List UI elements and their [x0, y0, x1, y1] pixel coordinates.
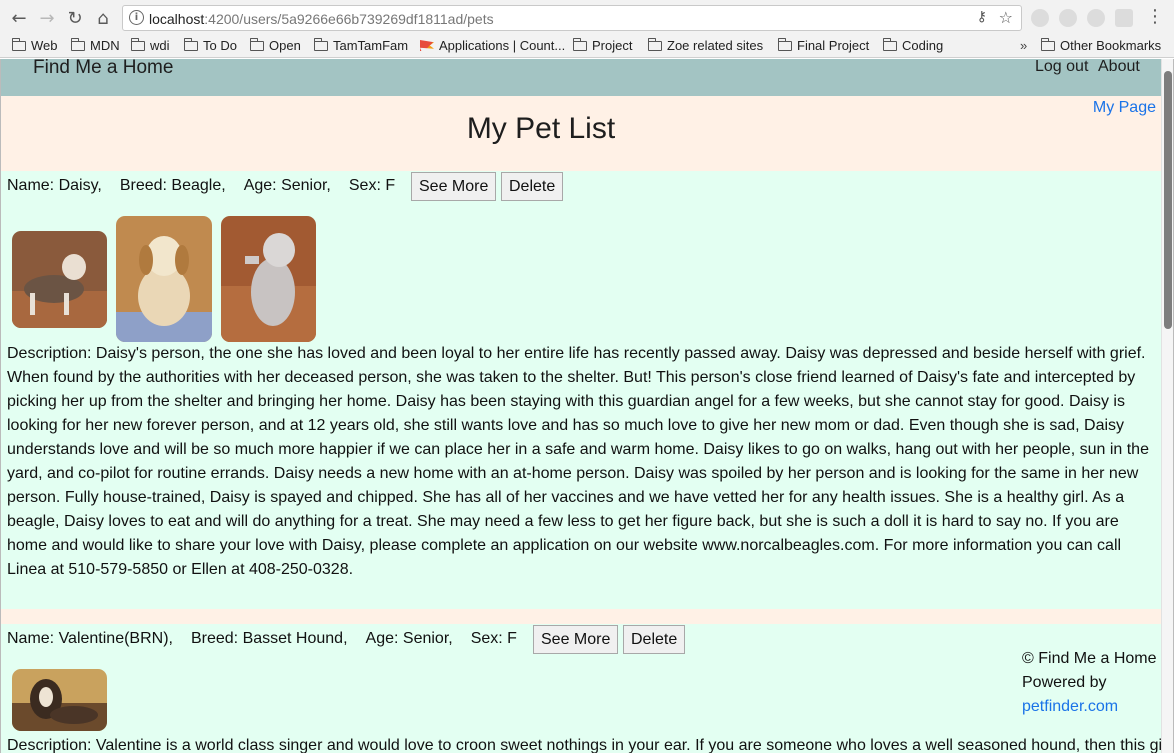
bookmark-item[interactable]: Zoe related sites: [648, 37, 764, 53]
extension-puzzle-icon[interactable]: [1087, 9, 1105, 27]
bookmark-label: Open: [269, 38, 301, 53]
folder-icon: [314, 37, 328, 51]
url-host: localhost: [149, 11, 205, 27]
app-navbar: Find Me a Home Log out About: [1, 59, 1161, 96]
footer-powered-by: Powered by: [1022, 674, 1107, 691]
forward-arrow-icon[interactable]: →: [36, 8, 58, 29]
page-header: My Page My Pet List: [1, 96, 1161, 171]
menu-dots-icon[interactable]: ⋮: [1146, 6, 1164, 27]
folder-icon: [184, 37, 198, 51]
pet-age: Age: Senior,: [243, 177, 331, 194]
home-icon[interactable]: ⌂: [92, 8, 114, 29]
pet-card: Name: Daisy, Breed: Beagle, Age: Senior, Se…: [1, 171, 1161, 609]
scrollbar-thumb[interactable]: [1164, 71, 1172, 329]
bookmark-item[interactable]: Coding: [883, 37, 944, 53]
pet-description: Description: Daisy's person, the one she…: [7, 345, 1149, 578]
bookmark-label: Coding: [902, 38, 944, 53]
bookmark-label: Project: [592, 38, 633, 53]
bookmark-item[interactable]: MDN: [71, 37, 120, 53]
pet-breed: Breed: Basset Hound,: [190, 630, 348, 647]
bookmark-label: Final Project: [797, 38, 870, 53]
pet-photo[interactable]: [116, 216, 212, 342]
flag-icon: [420, 40, 434, 51]
pet-sex: Sex: F: [470, 630, 517, 647]
address-url[interactable]: localhost:4200/users/5a9266e66b739269df1…: [149, 11, 494, 27]
folder-icon: [131, 37, 145, 51]
pet-info-line: Name: Valentine(BRN), Breed: Basset Hound…: [7, 630, 517, 648]
bookmark-label: MDN: [90, 38, 120, 53]
bookmark-item[interactable]: Open: [250, 37, 301, 53]
folder-icon: [778, 37, 792, 51]
see-more-button[interactable]: See More: [411, 172, 497, 201]
bookmark-label: Zoe related sites: [667, 38, 764, 53]
bookmark-label: Other Bookmarks: [1060, 38, 1162, 53]
my-page-link[interactable]: My Page: [1093, 99, 1156, 117]
back-arrow-icon[interactable]: ←: [8, 8, 30, 29]
pet-photo[interactable]: [12, 231, 107, 328]
bookmark-item[interactable]: wdi: [131, 37, 170, 53]
pet-sex: Sex: F: [348, 177, 396, 194]
bookmark-item[interactable]: Web: [12, 37, 58, 53]
extension-icon[interactable]: [1059, 9, 1077, 27]
pet-info-line: Name: Daisy, Breed: Beagle, Age: Senior, Se…: [7, 177, 395, 195]
browser-toolbar: ← → ↻ ⌂ i localhost:4200/users/5a9266e66…: [0, 0, 1174, 36]
bookmark-item[interactable]: Final Project: [778, 37, 870, 53]
petfinder-link[interactable]: petfinder.com: [1022, 698, 1118, 715]
bookmarks-bar: Web MDN wdi To Do Open TamTamFam Applica…: [0, 36, 1174, 58]
pet-breed: Breed: Beagle,: [119, 177, 226, 194]
pet-name: Name: Valentine(BRN),: [7, 630, 173, 647]
reload-icon[interactable]: ↻: [64, 8, 86, 29]
bookmark-item[interactable]: TamTamFam: [314, 37, 409, 53]
pet-photo[interactable]: [12, 669, 107, 731]
bookmark-item[interactable]: Applications | Count...: [420, 38, 565, 53]
info-icon[interactable]: i: [129, 10, 144, 25]
bookmark-label: wdi: [150, 38, 170, 53]
other-bookmarks[interactable]: Other Bookmarks: [1041, 37, 1162, 53]
site-footer: © Find Me a Home Powered by petfinder.co…: [1022, 647, 1157, 719]
url-path: :4200/users/5a9266e66b739269df1811ad/pet…: [204, 11, 494, 27]
bookmarks-overflow-chevron[interactable]: »: [1020, 38, 1027, 53]
folder-icon: [648, 37, 662, 51]
page-title: My Pet List: [466, 112, 616, 145]
card-divider: [1, 609, 1161, 624]
address-bar[interactable]: i localhost:4200/users/5a9266e66b739269d…: [122, 5, 1022, 31]
page-scrollbar[interactable]: [1161, 59, 1173, 753]
page-viewport: Find Me a Home Log out About My Page My …: [0, 59, 1174, 753]
see-more-button[interactable]: See More: [533, 625, 619, 654]
bookmark-item[interactable]: To Do: [184, 37, 237, 53]
delete-button[interactable]: Delete: [623, 625, 686, 654]
pet-name: Name: Daisy,: [7, 177, 102, 194]
bookmark-star-icon[interactable]: ☆: [999, 8, 1013, 27]
folder-icon: [12, 37, 26, 51]
folder-icon: [573, 37, 587, 51]
folder-icon: [883, 37, 897, 51]
bookmark-label: Web: [31, 38, 58, 53]
folder-icon: [250, 37, 264, 51]
delete-button[interactable]: Delete: [501, 172, 564, 201]
logout-link[interactable]: Log out: [1035, 59, 1088, 76]
pet-description: Description: Valentine is a world class …: [7, 737, 1171, 753]
pet-age: Age: Senior,: [365, 630, 453, 647]
footer-copyright: © Find Me a Home: [1022, 650, 1157, 667]
bookmark-label: Applications | Count...: [439, 38, 566, 53]
extension-icon[interactable]: [1115, 9, 1133, 27]
about-link[interactable]: About: [1098, 59, 1140, 76]
folder-icon: [1041, 37, 1055, 51]
pet-card: Name: Valentine(BRN), Breed: Basset Hound…: [1, 624, 1171, 753]
bookmark-item[interactable]: Project: [573, 37, 633, 53]
key-icon[interactable]: ⚷: [977, 9, 987, 25]
bookmark-label: TamTamFam: [333, 38, 409, 53]
pet-photo[interactable]: [221, 216, 316, 342]
extension-icon[interactable]: [1031, 9, 1049, 27]
brand-link[interactable]: Find Me a Home: [33, 59, 173, 79]
bookmark-label: To Do: [203, 38, 237, 53]
folder-icon: [71, 37, 85, 51]
